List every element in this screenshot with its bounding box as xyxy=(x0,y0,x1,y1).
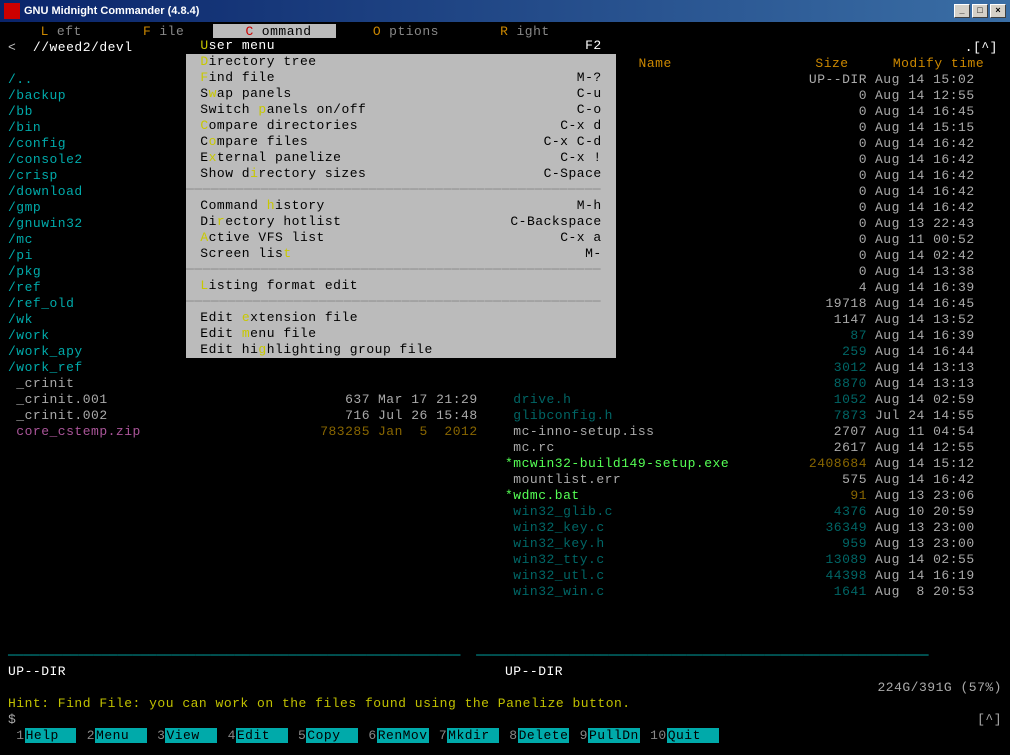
menu-item[interactable]: External panelizeC-x ! xyxy=(186,150,616,166)
list-item[interactable]: mountlist.err575Aug 14 16:42 xyxy=(505,472,1002,488)
function-key-bar: 1Help 2Menu 3View 4Edit 5Copy 6RenMov 7M… xyxy=(8,728,1002,744)
fn-key-5[interactable]: 5Copy xyxy=(290,728,358,744)
window-titlebar: GNU Midnight Commander (4.8.4) _ □ × xyxy=(0,0,1010,22)
fn-key-6[interactable]: 6RenMov xyxy=(360,728,428,744)
prompt-indicator: [^] xyxy=(977,712,1002,728)
menu-item[interactable]: Edit extension file xyxy=(186,310,616,326)
menu-item[interactable]: Directory hotlistC-Backspace xyxy=(186,214,616,230)
menu-item[interactable]: Compare directoriesC-x d xyxy=(186,118,616,134)
list-item[interactable]: *mcwin32-build149-setup.exe2408684Aug 14… xyxy=(505,456,1002,472)
fn-key-7[interactable]: 7Mkdir xyxy=(431,728,499,744)
list-item[interactable]: win32_key.c36349Aug 13 23:00 xyxy=(505,520,1002,536)
list-item[interactable]: core_cstemp.zip783285Jan 5 2012 xyxy=(8,424,505,440)
menu-item[interactable]: Find fileM-? xyxy=(186,70,616,86)
menu-item[interactable]: Swap panelsC-u xyxy=(186,86,616,102)
list-item[interactable]: win32_key.h959Aug 13 23:00 xyxy=(505,536,1002,552)
hint-bar: Hint: Find File: you can work on the fil… xyxy=(8,696,1002,712)
window-title: GNU Midnight Commander (4.8.4) xyxy=(24,5,954,17)
menu-separator: ────────────────────────────────────────… xyxy=(186,182,616,198)
menu-separator: ────────────────────────────────────────… xyxy=(186,294,616,310)
fn-key-4[interactable]: 4Edit xyxy=(219,728,287,744)
list-item[interactable]: win32_win.c1641Aug 8 20:53 xyxy=(505,584,1002,600)
fn-key-2[interactable]: 2Menu xyxy=(78,728,146,744)
prompt[interactable]: $ xyxy=(8,712,16,728)
menu-separator: ────────────────────────────────────────… xyxy=(186,262,616,278)
list-item[interactable]: win32_tty.c13089Aug 14 02:55 xyxy=(505,552,1002,568)
menu-item[interactable]: User menuF2 xyxy=(186,38,616,54)
list-item[interactable]: /work_ref xyxy=(8,360,505,376)
menu-item[interactable]: Command historyM-h xyxy=(186,198,616,214)
list-item[interactable]: mc-inno-setup.iss2707Aug 11 04:54 xyxy=(505,424,1002,440)
fn-key-9[interactable]: 9PullDn xyxy=(571,728,639,744)
menu-item[interactable]: Listing format edit xyxy=(186,278,616,294)
left-summary: UP--DIR xyxy=(8,664,505,680)
menu-left[interactable]: Left xyxy=(8,24,106,40)
list-item[interactable]: _crinit.001637Mar 17 21:29 xyxy=(8,392,505,408)
fn-key-8[interactable]: 8Delete xyxy=(501,728,569,744)
maximize-button[interactable]: □ xyxy=(972,4,988,18)
list-item[interactable]: 3012Aug 14 13:13 xyxy=(505,360,1002,376)
list-item[interactable]: drive.h1052Aug 14 02:59 xyxy=(505,392,1002,408)
app-icon xyxy=(4,3,20,19)
list-item[interactable]: win32_glib.c4376Aug 10 20:59 xyxy=(505,504,1002,520)
menu-item[interactable]: Directory tree xyxy=(186,54,616,70)
list-item[interactable]: glibconfig.h7873Jul 24 14:55 xyxy=(505,408,1002,424)
list-item[interactable]: *wdmc.bat91Aug 13 23:06 xyxy=(505,488,1002,504)
menu-item[interactable]: Edit menu file xyxy=(186,326,616,342)
close-button[interactable]: × xyxy=(990,4,1006,18)
disk-usage: 224G/391G (57%) xyxy=(505,680,1002,696)
menu-item[interactable]: Screen listM- xyxy=(186,246,616,262)
menu-item[interactable]: Compare filesC-x C-d xyxy=(186,134,616,150)
terminal-area: Left File Command Options Right User men… xyxy=(0,22,1010,755)
fn-key-1[interactable]: 1Help xyxy=(8,728,76,744)
list-item[interactable]: mc.rc2617Aug 14 12:55 xyxy=(505,440,1002,456)
fn-key-3[interactable]: 3View xyxy=(149,728,217,744)
list-item[interactable]: 8870Aug 14 13:13 xyxy=(505,376,1002,392)
fn-key-10[interactable]: 10Quit xyxy=(642,728,719,744)
menu-item[interactable]: Edit highlighting group file xyxy=(186,342,616,358)
menu-item[interactable]: Switch panels on/offC-o xyxy=(186,102,616,118)
left-path: //weed2/devl xyxy=(33,40,133,55)
list-item[interactable]: _crinit xyxy=(8,376,505,392)
list-item[interactable]: _crinit.002716Jul 26 15:48 xyxy=(8,408,505,424)
command-menu-dropdown: User menuF2 Directory tree Find fileM-? … xyxy=(186,38,616,358)
list-item[interactable]: win32_utl.c44398Aug 14 16:19 xyxy=(505,568,1002,584)
menu-item[interactable]: Show directory sizesC-Space xyxy=(186,166,616,182)
panel-divider: ────────────────────────────────────────… xyxy=(8,648,1002,664)
menu-item[interactable]: Active VFS listC-x a xyxy=(186,230,616,246)
window-controls: _ □ × xyxy=(954,4,1006,18)
minimize-button[interactable]: _ xyxy=(954,4,970,18)
right-summary: UP--DIR xyxy=(505,664,1002,680)
